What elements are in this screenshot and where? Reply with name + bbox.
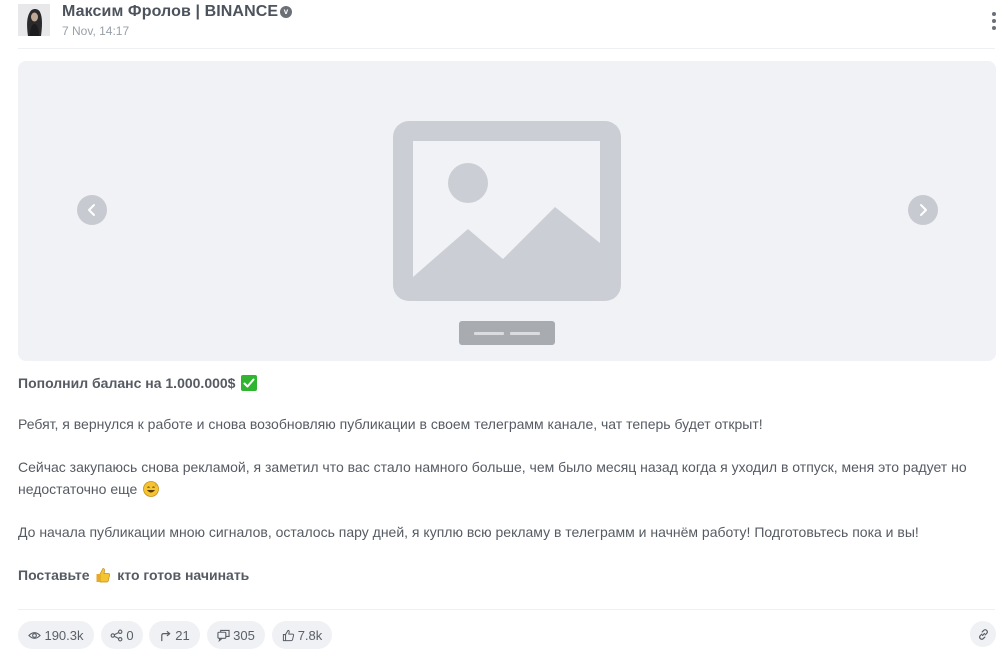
post-date: 7 Nov, 14:17 <box>62 24 130 38</box>
chevron-right-icon[interactable] <box>908 195 938 225</box>
comments-count: 305 <box>233 627 255 643</box>
copy-link-button[interactable] <box>970 621 996 647</box>
forwards-count: 21 <box>175 627 190 643</box>
chevron-left-icon[interactable] <box>77 195 107 225</box>
views-counter[interactable]: 190.3k <box>18 621 94 649</box>
media-carousel[interactable] <box>18 61 996 361</box>
channel-name[interactable]: Максим Фролов | BINANCE <box>62 3 278 21</box>
post-paragraph: Сейчас закупаюсь снова рекламой, я замет… <box>18 459 967 497</box>
comments-counter[interactable]: 305 <box>207 621 265 649</box>
post-paragraph: Ребят, я вернулся к работе и снова возоб… <box>18 416 763 432</box>
check-mark-icon <box>241 375 258 391</box>
more-vertical-icon[interactable] <box>987 10 1001 32</box>
shares-counter[interactable]: 0 <box>101 621 143 649</box>
thumbs-up-emoji-icon <box>96 568 111 583</box>
comments-icon <box>217 629 230 642</box>
reactions-counter[interactable]: 7.8k <box>272 621 332 649</box>
eye-icon <box>28 631 42 639</box>
stats-divider <box>18 609 995 610</box>
forwards-counter[interactable]: 21 <box>149 621 200 649</box>
verified-badge-icon: v <box>280 6 292 18</box>
forward-icon <box>161 630 171 641</box>
header-divider <box>18 48 995 49</box>
post-cta: Поставьте кто готов начинать <box>18 567 250 583</box>
thumbs-up-icon <box>282 629 294 641</box>
image-placeholder-icon <box>393 121 621 301</box>
avatar-photo <box>18 4 50 36</box>
sweat-smile-emoji-icon <box>143 481 160 497</box>
post-title: Пополнил баланс на 1.000.000$ <box>18 372 259 394</box>
link-icon <box>978 628 988 640</box>
views-count: 190.3k <box>44 627 84 643</box>
shares-count: 0 <box>126 627 134 643</box>
reactions-count: 7.8k <box>297 627 323 643</box>
post-paragraph: До начала публикации мною сигналов, оста… <box>18 524 919 540</box>
share-icon <box>110 629 123 641</box>
carousel-indicator[interactable] <box>459 321 555 345</box>
post-header: Максим Фролов | BINANCE v 7 Nov, 14:17 <box>0 0 1007 48</box>
avatar[interactable] <box>18 4 50 36</box>
